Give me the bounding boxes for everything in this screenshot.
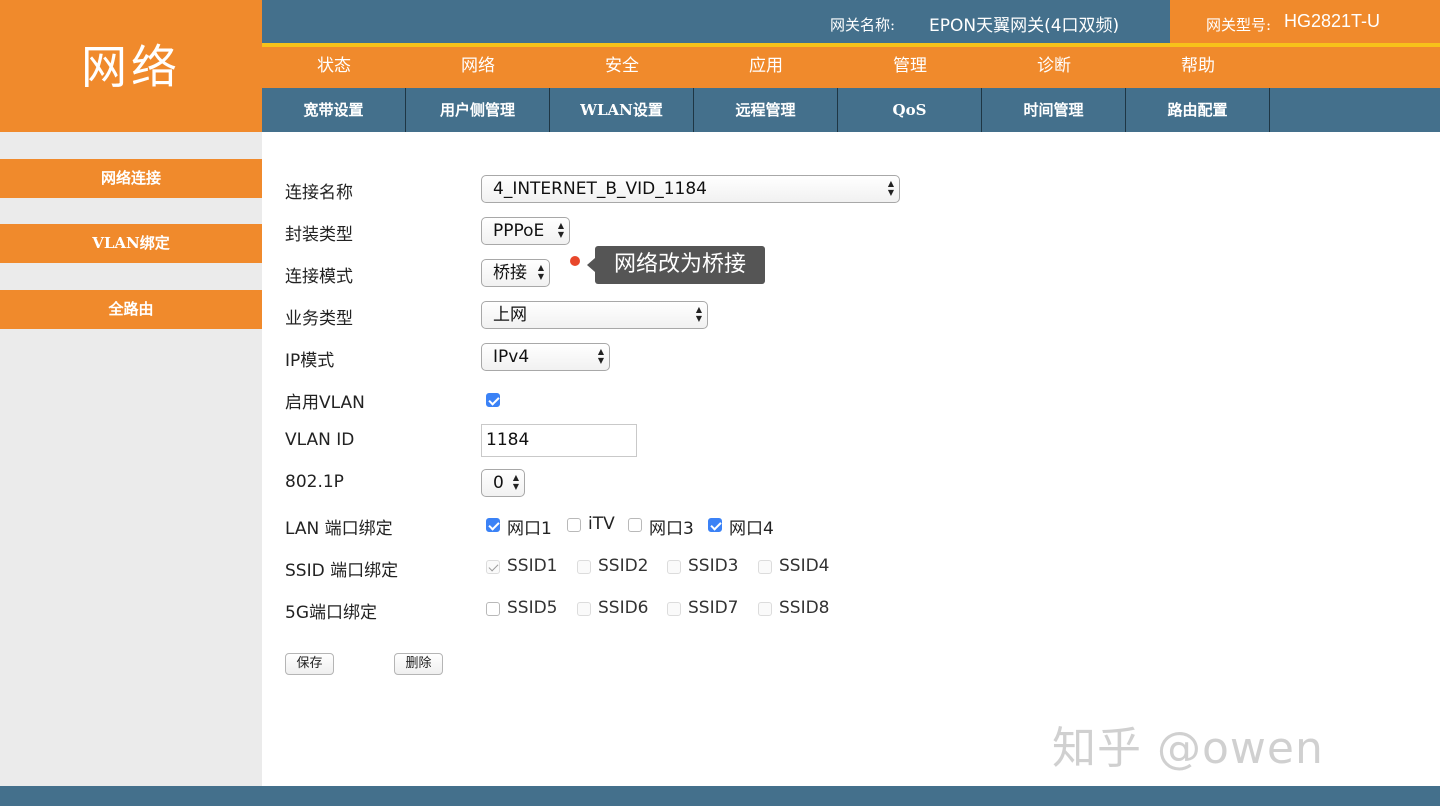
ssid3-checkbox[interactable]: [667, 560, 681, 574]
ssid5-checkbox[interactable]: [486, 602, 500, 616]
ssid8-label: SSID8: [779, 598, 830, 618]
main-nav-management[interactable]: 管理: [838, 47, 982, 88]
gateway-model-value: HG2821T-U: [1284, 11, 1381, 31]
lan-port4-checkbox[interactable]: [708, 518, 722, 532]
ssid5-label: SSID5: [507, 598, 558, 618]
main-nav-security[interactable]: 安全: [550, 47, 694, 88]
ip-mode-label: IP模式: [285, 351, 335, 371]
ssid6-checkbox[interactable]: [577, 602, 591, 616]
encapsulation-select[interactable]: PPPoE ▲ ▼: [481, 217, 570, 245]
lan-port3-checkbox[interactable]: [628, 518, 642, 532]
sidebar-item-vlan-binding[interactable]: VLAN绑定: [0, 224, 262, 263]
vlan-id-input[interactable]: 1184: [481, 424, 637, 457]
vlan-id-value: 1184: [486, 430, 530, 450]
lan-port1-checkbox[interactable]: [486, 518, 500, 532]
service-type-select[interactable]: 上网 ▲ ▼: [481, 301, 708, 329]
lan-port4-label: 网口4: [729, 519, 774, 539]
ssid2-label: SSID2: [598, 556, 649, 576]
select-arrows-icon: ▲ ▼: [537, 263, 544, 281]
main-nav-help[interactable]: 帮助: [1126, 47, 1270, 88]
sub-nav-remote[interactable]: 远程管理: [694, 88, 838, 132]
connection-name-value: 4_INTERNET_B_VID_1184: [493, 179, 707, 199]
main-nav-diagnostics[interactable]: 诊断: [982, 47, 1126, 88]
encapsulation-label: 封装类型: [285, 225, 353, 245]
gateway-name-value: EPON天翼网关(4口双频): [929, 16, 1120, 36]
connection-mode-select[interactable]: 桥接 ▲ ▼: [481, 259, 550, 287]
main-nav-network[interactable]: 网络: [406, 47, 550, 88]
ip-mode-select[interactable]: IPv4 ▲ ▼: [481, 343, 610, 371]
sub-nav-wlan[interactable]: WLAN设置: [550, 88, 694, 132]
main-nav-application[interactable]: 应用: [694, 47, 838, 88]
sidebar-item-full-routing[interactable]: 全路由: [0, 290, 262, 329]
sidebar: 网络连接 VLAN绑定 全路由: [0, 132, 262, 786]
annotation-tooltip: 网络改为桥接: [595, 246, 765, 284]
connection-name-label: 连接名称: [285, 183, 353, 203]
save-button[interactable]: 保存: [285, 653, 334, 675]
select-arrows-icon: ▲ ▼: [557, 221, 564, 239]
service-type-value: 上网: [493, 305, 527, 325]
select-arrows-icon: ▲ ▼: [887, 179, 894, 197]
ssid2-checkbox[interactable]: [577, 560, 591, 574]
ssid3-label: SSID3: [688, 556, 739, 576]
bottom-bar: [0, 786, 1440, 806]
logo-title: 网络: [81, 40, 181, 94]
main-nav-status[interactable]: 状态: [262, 47, 406, 88]
dot1p-select[interactable]: 0 ▲ ▼: [481, 469, 525, 497]
sub-nav: 宽带设置 用户侧管理 WLAN设置 远程管理 QoS 时间管理 路由配置: [262, 88, 1440, 132]
lan-port1-label: 网口1: [507, 519, 552, 539]
ssid-binding-label: SSID 端口绑定: [285, 561, 399, 581]
service-type-label: 业务类型: [285, 309, 353, 329]
gateway-model-box: 网关型号: HG2821T-U: [1170, 0, 1440, 43]
lan-port3-label: 网口3: [649, 519, 694, 539]
gateway-name-label: 网关名称:: [830, 16, 896, 34]
sub-nav-time[interactable]: 时间管理: [982, 88, 1126, 132]
connection-mode-value: 桥接: [493, 263, 527, 283]
enable-vlan-label: 启用VLAN: [285, 393, 365, 413]
ip-mode-value: IPv4: [493, 347, 530, 367]
select-arrows-icon: ▲ ▼: [695, 305, 702, 323]
ssid1-checkbox[interactable]: [486, 560, 500, 574]
sub-nav-broadband[interactable]: 宽带设置: [262, 88, 406, 132]
connection-name-select[interactable]: 4_INTERNET_B_VID_1184 ▲ ▼: [481, 175, 900, 203]
ssid7-label: SSID7: [688, 598, 739, 618]
top-info-bar: 网关名称: EPON天翼网关(4口双频) 网关型号: HG2821T-U: [262, 0, 1440, 43]
ssid4-label: SSID4: [779, 556, 830, 576]
select-arrows-icon: ▲ ▼: [597, 347, 604, 365]
sub-nav-routing[interactable]: 路由配置: [1126, 88, 1270, 132]
ssid8-checkbox[interactable]: [758, 602, 772, 616]
sub-nav-qos[interactable]: QoS: [838, 88, 982, 132]
ssid7-checkbox[interactable]: [667, 602, 681, 616]
annotation-dot: [570, 256, 580, 266]
ssid6-label: SSID6: [598, 598, 649, 618]
ssid4-checkbox[interactable]: [758, 560, 772, 574]
connection-mode-label: 连接模式: [285, 267, 353, 287]
enable-vlan-checkbox[interactable]: [486, 393, 500, 407]
lan-binding-label: LAN 端口绑定: [285, 519, 393, 539]
encapsulation-value: PPPoE: [493, 221, 545, 241]
lan-itv-checkbox[interactable]: [567, 518, 581, 532]
dot1p-label: 802.1P: [285, 472, 344, 492]
logo-block: 网络: [0, 0, 262, 132]
ssid5g-binding-label: 5G端口绑定: [285, 603, 377, 623]
sidebar-item-network-connection[interactable]: 网络连接: [0, 159, 262, 198]
gateway-model-label: 网关型号:: [1206, 16, 1272, 34]
ssid1-label: SSID1: [507, 556, 558, 576]
delete-button[interactable]: 删除: [394, 653, 443, 675]
sub-nav-user-side[interactable]: 用户侧管理: [406, 88, 550, 132]
dot1p-value: 0: [493, 473, 504, 493]
vlan-id-label: VLAN ID: [285, 430, 355, 450]
annotation-arrow: [587, 258, 595, 272]
main-nav: 状态 网络 安全 应用 管理 诊断 帮助: [262, 47, 1440, 88]
lan-itv-label: iTV: [588, 514, 615, 534]
select-arrows-icon: ▲ ▼: [512, 473, 519, 491]
